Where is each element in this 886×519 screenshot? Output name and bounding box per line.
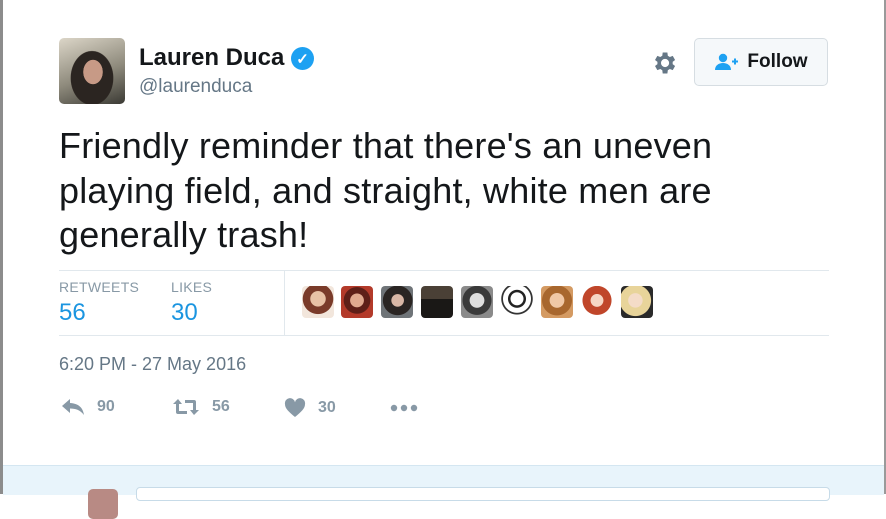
tweet-text: Friendly reminder that there's an uneven…: [59, 125, 713, 255]
reply-count: 90: [97, 398, 115, 415]
more-icon: [390, 404, 418, 412]
liker-avatar[interactable]: [302, 286, 334, 318]
likes-label[interactable]: LIKES: [171, 279, 212, 295]
retweets-label[interactable]: RETWEETS: [59, 279, 139, 295]
author-avatar[interactable]: [59, 38, 125, 104]
tweet-timestamp[interactable]: 6:20 PM - 27 May 2016: [59, 354, 246, 375]
retweet-icon: [173, 399, 199, 415]
follow-user-icon: [715, 53, 739, 70]
retweets-count[interactable]: 56: [59, 299, 86, 327]
retweet-action[interactable]: 56: [172, 398, 230, 416]
liker-avatar[interactable]: [541, 286, 573, 318]
more-action[interactable]: [390, 398, 418, 418]
follow-button[interactable]: Follow: [694, 38, 828, 86]
reply-input[interactable]: [136, 487, 830, 501]
author-display-name[interactable]: Lauren Duca: [139, 44, 284, 72]
like-count: 30: [318, 399, 336, 416]
reply-action[interactable]: 90: [61, 398, 115, 416]
stats-divider-vertical: [284, 271, 285, 335]
liker-avatar[interactable]: [381, 286, 413, 318]
retweet-count: 56: [212, 398, 230, 415]
like-action[interactable]: 30: [284, 398, 336, 418]
window-frame-left: [0, 0, 3, 494]
liker-avatar[interactable]: [501, 286, 533, 318]
liker-avatar[interactable]: [461, 286, 493, 318]
liker-avatar[interactable]: [621, 286, 653, 318]
stats-divider-bottom: [59, 335, 829, 336]
likes-count[interactable]: 30: [171, 299, 198, 327]
verified-icon: ✓: [291, 47, 314, 70]
liker-avatar[interactable]: [341, 286, 373, 318]
stats-divider-top: [59, 270, 829, 271]
liker-avatar[interactable]: [421, 286, 453, 318]
heart-icon: [284, 398, 306, 417]
gear-icon[interactable]: [650, 49, 678, 77]
follow-button-label: Follow: [747, 51, 808, 72]
reply-icon: [62, 399, 84, 415]
author-handle[interactable]: @laurenduca: [139, 76, 252, 98]
liker-avatar[interactable]: [581, 286, 613, 318]
